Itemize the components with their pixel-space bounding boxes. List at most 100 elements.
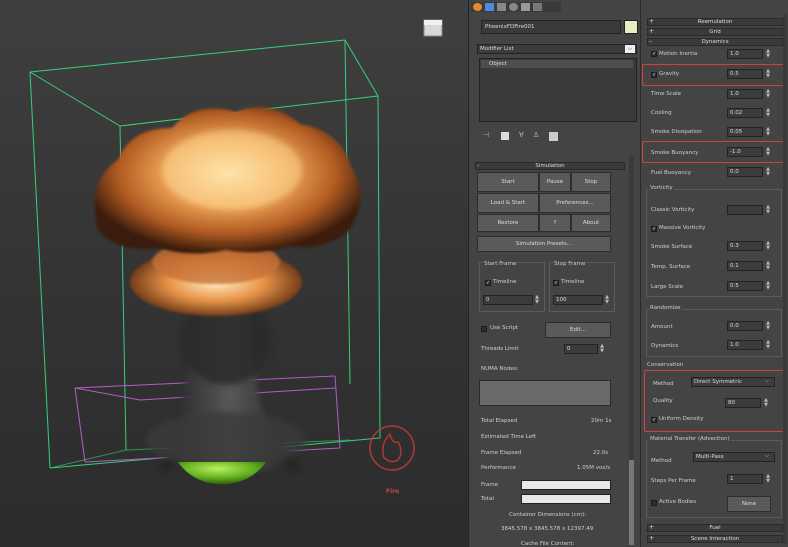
expand-icon[interactable]: +	[649, 535, 654, 542]
dynamics-header[interactable]: Dynamics	[647, 38, 783, 46]
start-frame-spinner-icon[interactable]: ▲ ▼	[534, 295, 540, 305]
frame-progress-label: Frame	[481, 482, 499, 488]
spinner-icon[interactable]: ▲ ▼	[765, 241, 771, 251]
collapse-icon[interactable]: –	[477, 163, 480, 169]
time-scale-input[interactable]: 1.0	[727, 89, 763, 99]
expand-icon[interactable]: +	[649, 18, 654, 25]
randomize-dynamics-input[interactable]: 1.0	[727, 340, 763, 350]
time-scale-label: Time Scale	[651, 91, 682, 97]
edit-script-button[interactable]: Edit...	[545, 322, 611, 338]
object-color-swatch[interactable]	[624, 20, 638, 34]
spinner-icon[interactable]: ▲ ▼	[765, 281, 771, 291]
amount-input[interactable]: 0.0	[727, 321, 763, 331]
cooling-input[interactable]: 0.02	[727, 108, 763, 118]
stack-item-object[interactable]: Object	[481, 60, 633, 68]
panel-scrollbar-thumb[interactable]	[629, 460, 634, 545]
simulation-rollout-header[interactable]: Simulation	[475, 162, 625, 170]
modify-tab-icon[interactable]	[485, 3, 494, 11]
massive-vorticity-checkbox[interactable]: ✓	[651, 226, 657, 232]
scene-interaction-header[interactable]: Scene Interaction	[647, 535, 783, 543]
restore-button[interactable]: Restore	[477, 214, 539, 232]
configure-sets-icon[interactable]	[549, 132, 558, 141]
pin-stack-icon[interactable]: ⊣	[483, 132, 491, 140]
gravity-checkbox[interactable]: ✓	[651, 72, 657, 78]
smoke-dissipation-input[interactable]: 0.05	[727, 127, 763, 137]
numa-nodes-field[interactable]	[479, 380, 611, 406]
classic-vorticity-input[interactable]	[727, 205, 763, 215]
spinner-icon[interactable]: ▲ ▼	[765, 49, 771, 59]
stop-timeline-checkbox[interactable]: ✓	[553, 280, 559, 286]
chevron-down-icon[interactable]: ⌵	[765, 378, 769, 384]
show-end-result-icon[interactable]	[501, 132, 509, 140]
spinner-icon[interactable]: ▲ ▼	[765, 321, 771, 331]
use-script-checkbox[interactable]	[481, 326, 487, 332]
large-scale-input[interactable]: 0.5	[727, 281, 763, 291]
chevron-down-icon[interactable]: ⌵	[625, 45, 635, 53]
chevron-down-icon[interactable]: ⌵	[765, 453, 769, 459]
uniform-density-checkbox[interactable]: ✓	[651, 417, 657, 423]
total-progress-label: Total	[481, 496, 494, 502]
smoke-surface-input[interactable]: 0.3	[727, 241, 763, 251]
expand-icon[interactable]: +	[649, 524, 654, 531]
grid-header[interactable]: Grid	[647, 28, 783, 36]
simulation-presets-button[interactable]: Simulation Presets...	[477, 236, 611, 252]
spinner-icon[interactable]: ▲ ▼	[763, 398, 769, 408]
spinner-icon[interactable]: ▲ ▼	[765, 474, 771, 484]
motion-inertia-label: Motion Inertia	[659, 51, 698, 57]
remove-modifier-icon[interactable]: ♙	[533, 132, 541, 140]
stop-frame-spinner-icon[interactable]: ▲ ▼	[604, 295, 610, 305]
reemulation-header[interactable]: Reemulation	[647, 18, 783, 26]
start-frame-input[interactable]: 0	[483, 295, 533, 305]
steps-per-frame-input[interactable]: 1	[727, 474, 763, 484]
about-button[interactable]: About	[571, 214, 611, 232]
stop-button[interactable]: Stop	[571, 172, 611, 192]
hierarchy-tab-icon[interactable]	[497, 3, 506, 11]
object-name-field[interactable]: PhoenixFDFire001	[481, 20, 621, 34]
temp-surface-input[interactable]: 0.1	[727, 261, 763, 271]
stop-frame-label: Stop Frame	[553, 261, 587, 267]
spinner-icon[interactable]: ▲ ▼	[765, 69, 771, 79]
stop-frame-input[interactable]: 100	[553, 295, 603, 305]
fuel-header[interactable]: Fuel	[647, 524, 783, 532]
start-timeline-checkbox[interactable]: ✓	[485, 280, 491, 286]
modifier-list-dropdown[interactable]: Modifier List	[477, 44, 637, 54]
advection-method-dropdown[interactable]: Multi-Pass	[693, 452, 775, 462]
load-start-button[interactable]: Load & Start	[477, 193, 539, 213]
preferences-button[interactable]: Preferences...	[539, 193, 611, 213]
spinner-icon[interactable]: ▲ ▼	[765, 261, 771, 271]
start-button[interactable]: Start	[477, 172, 539, 192]
motion-tab-icon[interactable]	[509, 3, 518, 11]
expand-icon[interactable]: +	[649, 28, 654, 35]
rollout-scrollbar[interactable]	[783, 14, 787, 544]
threads-limit-input[interactable]: 0	[564, 344, 598, 354]
spinner-icon[interactable]: ▲ ▼	[765, 147, 771, 157]
utilities-tab-icon[interactable]	[533, 3, 542, 11]
threads-spinner-icon[interactable]: ▲ ▼	[599, 344, 605, 354]
spinner-icon[interactable]: ▲ ▼	[765, 89, 771, 99]
spinner-icon[interactable]: ▲ ▼	[765, 167, 771, 177]
active-bodies-none-button[interactable]: None	[727, 496, 771, 512]
quality-input[interactable]: 80	[725, 398, 761, 408]
spinner-icon[interactable]: ▲ ▼	[765, 205, 771, 215]
steps-per-frame-label: Steps Per Frame	[651, 478, 696, 484]
display-tab-icon[interactable]	[521, 3, 530, 11]
frame-progress-bar	[521, 480, 611, 490]
create-tab-icon[interactable]	[473, 3, 482, 11]
spinner-icon[interactable]: ▲ ▼	[765, 340, 771, 350]
spinner-icon[interactable]: ▲ ▼	[765, 127, 771, 137]
pause-button[interactable]: Pause	[539, 172, 571, 192]
method-dropdown[interactable]: Direct Symmetric	[691, 377, 775, 387]
motion-inertia-input[interactable]: 1.0	[727, 49, 763, 59]
fuel-buoyancy-input[interactable]: 0.0	[727, 167, 763, 177]
make-unique-icon[interactable]: ∀	[519, 132, 527, 140]
smoke-surface-label: Smoke Surface	[651, 244, 693, 250]
spinner-icon[interactable]: ▲ ▼	[765, 108, 771, 118]
3d-viewport[interactable]: Fire	[0, 0, 468, 547]
frame-elapsed-value: 22.0s	[593, 450, 609, 456]
gravity-input[interactable]: 0.5	[727, 69, 763, 79]
motion-inertia-checkbox[interactable]: ✓	[651, 51, 657, 57]
collapse-icon[interactable]: –	[649, 38, 652, 45]
smoke-buoyancy-input[interactable]: -1.0	[727, 147, 763, 157]
active-bodies-checkbox[interactable]	[651, 500, 657, 506]
help-button[interactable]: ?	[539, 214, 571, 232]
